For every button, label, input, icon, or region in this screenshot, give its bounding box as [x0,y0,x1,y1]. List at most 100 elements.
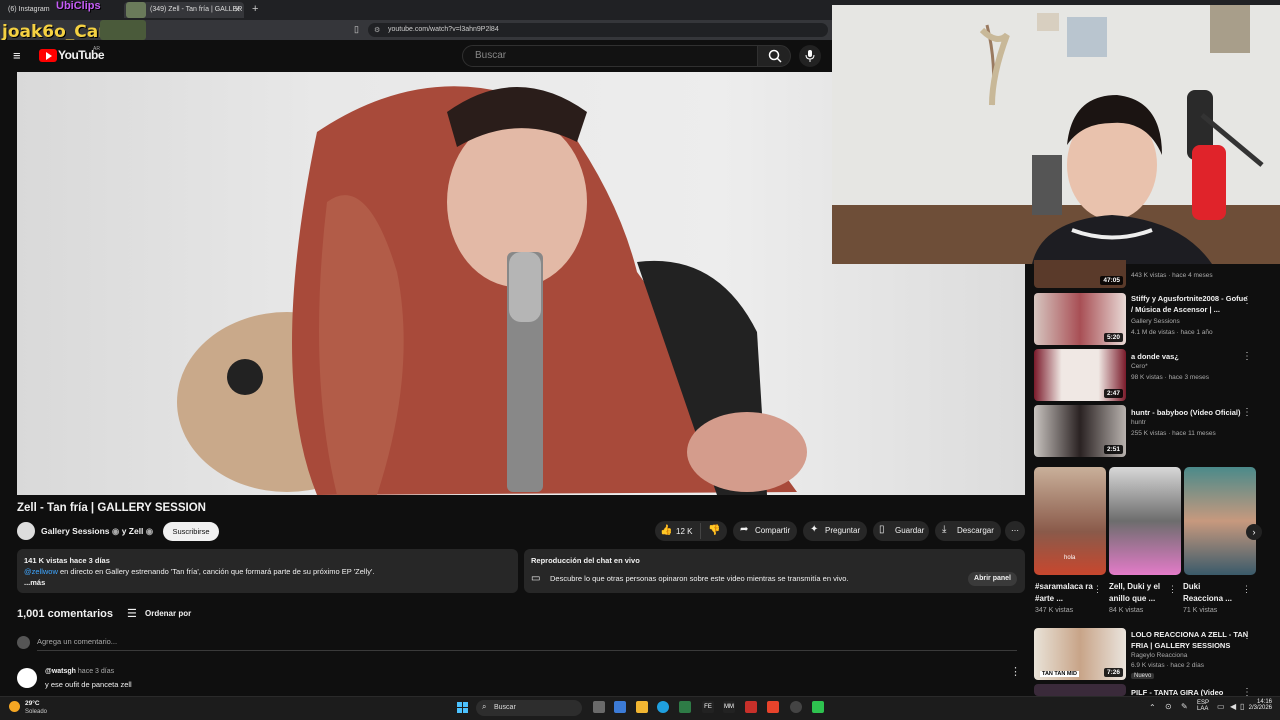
obs-icon[interactable] [790,701,802,713]
sparkle-icon: ✦ [810,524,819,535]
description-box[interactable]: 141 K vistas hace 3 días @zellwow en dir… [17,549,518,593]
more-options-icon[interactable]: ⋮ [1242,295,1252,306]
chevron-up-icon[interactable]: ⌃ [1149,703,1156,712]
video-title: Zell - Tan fría | GALLERY SESSION [17,502,206,514]
clock[interactable]: 14:16 2/3/2026 [1246,699,1272,711]
weather-temp[interactable]: 29°C [25,700,40,707]
short-title[interactable]: #saramalaca ra #arte ... [1035,581,1093,605]
bookmark-icon[interactable]: ▯ [354,24,359,35]
app-green-icon[interactable] [812,701,824,713]
app-icon[interactable] [745,701,757,713]
region-code: AR [93,46,100,52]
channel-avatar[interactable] [17,522,35,540]
video-duration: 47:05 [1100,276,1123,285]
more-options-icon[interactable]: ⋮ [1168,584,1177,595]
thumbnail-text: TAN TAN MID [1040,671,1079,677]
channel-name[interactable]: Rageylo Reacciona [1131,651,1261,661]
video-thumbnail [1034,684,1126,696]
comment-input-underline [37,650,1017,651]
close-tab-icon[interactable]: ✕ [234,5,241,14]
more-options-icon[interactable]: ⋮ [1242,630,1252,641]
comment-author[interactable]: @watsgh [45,668,76,675]
chat-icon: ▭ [531,573,541,584]
pen-icon[interactable]: ✎ [1181,702,1188,711]
video-duration: 2:47 [1103,389,1123,398]
list-item[interactable]: 2:51 huntr - babyboo (Video Oficial) hun… [1034,405,1274,457]
more-options-icon[interactable]: ⋮ [1242,407,1252,418]
url-field[interactable]: youtube.com/watch?v=l3ahn9P2l84 [368,23,828,37]
location-icon[interactable]: ⊙ [1165,702,1172,711]
weather-sun-icon[interactable] [9,701,20,712]
menu-icon[interactable]: ≡ [13,49,21,62]
video-thumbnail: 47:05 [1034,260,1126,288]
chevron-right-icon[interactable]: › [1246,524,1262,540]
list-item[interactable]: 5:20 Stiffy y Agusfortnite2008 - Gofue /… [1034,293,1274,345]
list-item[interactable]: TAN TAN MID 7:26 LOLO REACCIONA A ZELL -… [1034,628,1274,680]
description-body: en directo en Gallery estrenando 'Tan fr… [59,567,375,576]
like-count[interactable]: 12 K [676,527,692,536]
search-button[interactable] [757,45,791,67]
site-settings-icon[interactable]: ⚙ [374,26,380,34]
short-thumbnail[interactable]: hola [1034,467,1106,575]
add-comment-input[interactable]: Agrega un comentario... [37,637,117,646]
open-panel-button[interactable]: Abrir panel [968,572,1017,586]
video-meta: 443 K vistas · hace 4 meses [1131,272,1213,279]
new-tab-icon[interactable]: + [252,3,258,15]
short-views: 71 K vistas [1183,607,1218,614]
save-label: Guardar [895,526,925,535]
more-options-icon[interactable]: ⋮ [1242,351,1252,362]
more-actions-button[interactable]: ⋯ [1005,521,1025,541]
sort-icon[interactable]: ☰ [127,607,137,620]
short-title[interactable]: Zell, Duki y el anillo que ... [1109,581,1169,605]
widgets-icon[interactable] [614,701,626,713]
channel-name[interactable]: Cero* [1131,362,1261,372]
subscribe-button[interactable]: Suscribirse [163,522,219,541]
search-icon: ⌕ [482,702,487,711]
battery-icon[interactable]: ▯ [1240,702,1244,711]
edge-icon[interactable] [657,701,669,713]
voice-search-button[interactable] [799,45,821,67]
like-icon[interactable]: 👍 [660,525,672,536]
task-view-icon[interactable] [593,701,605,713]
description-mention[interactable]: @zellwow [24,567,58,576]
comment-author-avatar[interactable] [17,668,37,688]
network-icon[interactable]: ▭ [1217,702,1225,711]
more-options-icon[interactable]: ⋮ [1093,584,1102,595]
lang-variant: LAA [1197,706,1209,712]
windows-start-icon[interactable] [457,702,469,714]
volume-icon[interactable]: ◀ [1230,702,1236,711]
channel-name[interactable]: huntr [1131,418,1261,428]
list-item[interactable]: 47:05 443 K vistas · hace 4 meses [1034,260,1274,288]
stream-overlay-avatar [126,2,146,18]
list-item[interactable]: PILF - TANTA GIRA (Video ⋮ [1034,684,1274,698]
list-item[interactable]: 2:47 a donde vas¿ Cero* 98 K vistas · ha… [1034,349,1274,401]
youtube-logo-icon[interactable] [39,49,57,62]
short-thumbnail[interactable] [1184,467,1256,575]
comment-time: hace 3 días [77,668,115,675]
comment-menu-icon[interactable]: ⋮ [1010,665,1021,678]
store-icon[interactable] [679,701,691,713]
mm-app-icon[interactable]: MM [723,701,735,713]
show-more-link[interactable]: ...más [24,577,511,588]
short-thumbnail[interactable] [1109,467,1181,575]
weather-desc: Soleado [25,709,48,715]
play-triangle [46,52,52,60]
file-explorer-icon[interactable] [636,701,648,713]
webcam-frame [832,5,1280,264]
fe-app-icon[interactable]: FE [702,701,714,713]
taskbar-search[interactable]: Buscar [476,700,582,716]
brave-icon[interactable] [767,701,779,713]
tab-instagram[interactable]: (6) Instagram [4,2,64,18]
webcam-overlay [832,5,1280,264]
channel-name[interactable]: Gallery Sessions [1131,317,1261,327]
short-views: 84 K vistas [1109,607,1144,614]
dislike-icon[interactable]: 👎 [708,525,720,536]
search-icon [768,49,782,63]
taskbar-search-label: Buscar [494,704,516,711]
search-input[interactable]: Buscar [462,45,758,67]
language-indicator[interactable]: ESP LAA [1197,700,1209,712]
channel-name[interactable]: Gallery Sessions ◉ y Zell ◉ [41,526,153,537]
more-options-icon[interactable]: ⋮ [1242,584,1251,595]
short-title[interactable]: Duki Reacciona ... [1183,581,1239,605]
sort-button[interactable]: Ordenar por [145,609,191,618]
